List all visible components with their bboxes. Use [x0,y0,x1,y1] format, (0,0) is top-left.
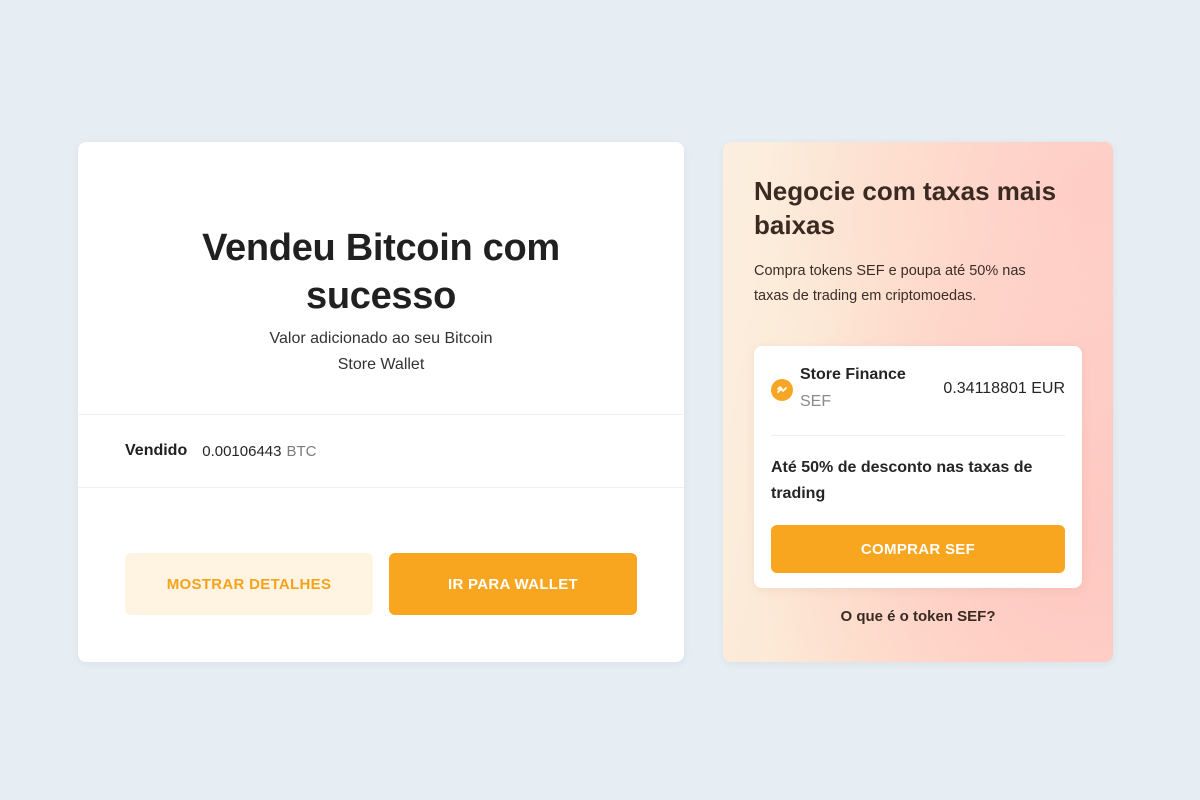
promo-title-line-2: baixas [754,210,835,240]
token-symbol: SEF [800,393,832,410]
promo-description-line-1: Compra tokens SEF e poupa até 50% nas [754,263,1026,279]
offer-line-2: trading [771,485,826,502]
sold-label: Vendido [125,442,188,459]
page-title: Vendeu Bitcoin com sucesso [78,224,684,320]
store-finance-logo-glyph [777,386,787,393]
divider [78,487,684,488]
token-offer-box: Store Finance SEF 0.34118801 EUR Até 50%… [754,346,1082,588]
divider [78,414,684,415]
sold-summary-row: Vendido 0.00106443 BTC [125,439,316,463]
success-subtitle: Valor adicionado ao seu Bitcoin Store Wa… [78,326,684,378]
subtitle-line-1: Valor adicionado ao seu Bitcoin [269,330,493,347]
sold-currency-unit: BTC [286,442,317,460]
token-name: Store Finance [800,366,906,383]
token-price: 0.34118801 EUR [943,380,1065,397]
subtitle-line-2: Store Wallet [337,356,425,373]
store-finance-logo-icon [771,379,793,401]
sold-amount: 0.00106443 [202,442,282,460]
title-line-1: Vendeu Bitcoin com [202,227,560,269]
promo-title: Negocie com taxas mais baixas [754,174,1084,242]
page: Vendeu Bitcoin com sucesso Valor adicion… [0,0,1200,800]
buy-sef-button[interactable]: COMPRAR SEF [771,525,1065,573]
promo-title-line-1: Negocie com taxas mais [754,176,1057,206]
show-details-button[interactable]: MOSTRAR DETALHES [125,553,373,615]
token-discount-offer: Até 50% de desconto nas taxas de trading [771,455,1065,507]
offer-line-1: Até 50% de desconto nas taxas de [771,459,1033,476]
what-is-sef-link[interactable]: O que é o token SEF? [723,608,1113,625]
sef-promo-card: Negocie com taxas mais baixas Compra tok… [723,142,1113,662]
sale-success-card: Vendeu Bitcoin com sucesso Valor adicion… [78,142,684,662]
title-line-2: sucesso [306,275,456,317]
go-to-wallet-button[interactable]: IR PARA WALLET [389,553,637,615]
promo-description: Compra tokens SEF e poupa até 50% nas ta… [754,259,1094,309]
divider [771,435,1065,436]
promo-description-line-2: taxas de trading em criptomoedas. [754,288,977,304]
